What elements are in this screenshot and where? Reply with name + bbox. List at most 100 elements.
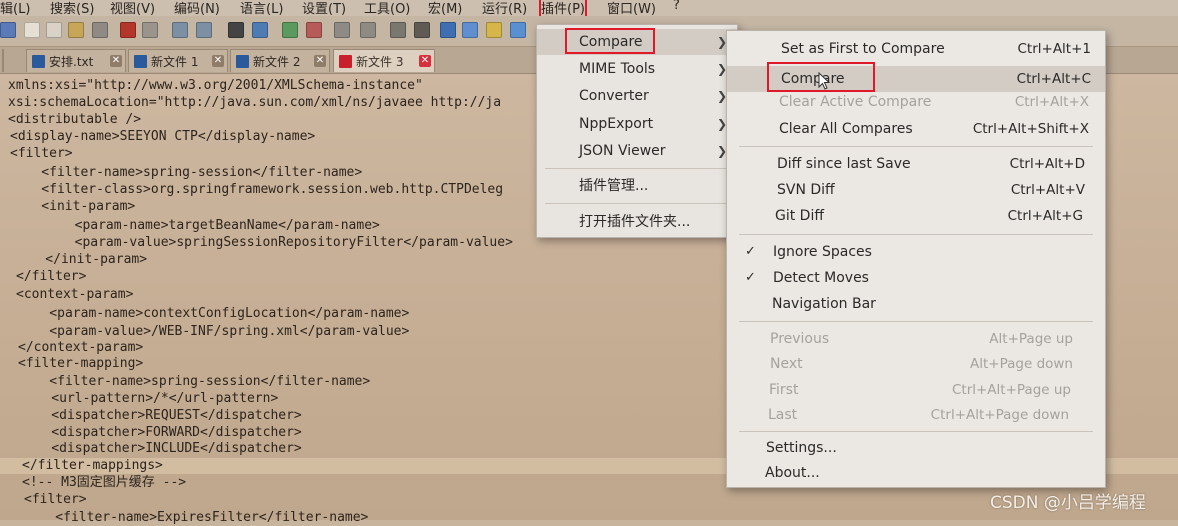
menu-tools[interactable]: 工具(O) [364, 0, 410, 17]
code-line: <filter> [24, 492, 87, 507]
close-icon[interactable]: ✕ [110, 55, 122, 67]
sync-horizontal-icon[interactable] [360, 22, 376, 38]
code-line: </init-param> [14, 252, 148, 267]
find-icon[interactable] [228, 22, 244, 38]
code-line: <init-param> [10, 199, 136, 214]
file-icon [32, 55, 45, 68]
code-line: <filter-name>ExpiresFilter</filter-name> [24, 510, 369, 525]
plugins-item-mime-tools[interactable]: MIME Tools ❯ [537, 56, 737, 82]
menu-plugins[interactable]: 插件(P) [539, 0, 587, 19]
undo-icon[interactable] [172, 22, 188, 38]
code-line: <context-param> [16, 287, 134, 302]
doc-map-icon[interactable] [486, 22, 502, 38]
file-icon [134, 55, 147, 68]
compare-item-svn-diff[interactable]: SVN Diff Ctrl+Alt+V [727, 177, 1105, 203]
zoom-out-icon[interactable] [306, 22, 322, 38]
code-line: <param-name>contextConfigLocation</param… [18, 306, 410, 321]
compare-item-last: Last Ctrl+Alt+Page down [768, 407, 1069, 423]
save-icon[interactable] [46, 22, 62, 38]
menu-separator [739, 431, 1093, 432]
compare-item-diff-last-save[interactable]: Diff since last Save Ctrl+Alt+D [727, 151, 1105, 177]
menu-edit[interactable]: 辑(L) [0, 0, 30, 17]
code-line: <filter> [10, 146, 73, 161]
redo-icon[interactable] [196, 22, 212, 38]
compare-item-detect-moves[interactable]: ✓ Detect Moves [727, 265, 1105, 291]
code-line: <distributable /> [8, 112, 142, 127]
close-icon[interactable]: ✕ [419, 55, 431, 67]
menu-settings[interactable]: 设置(T) [302, 0, 346, 17]
menu-bar: 辑(L) 搜索(S) 视图(V) 编码(N) 语言(L) 设置(T) 工具(O)… [0, 0, 1178, 19]
show-all-chars-icon[interactable] [414, 22, 430, 38]
code-line: <param-value>/WEB-INF/spring.xml</param-… [18, 324, 410, 339]
new-file-icon[interactable] [0, 22, 16, 38]
cut-icon[interactable] [120, 22, 136, 38]
plugins-item-nppexport[interactable]: NppExport ❯ [537, 111, 737, 137]
close-icon[interactable]: ✕ [212, 55, 224, 67]
code-line: <param-name>targetBeanName</param-name> [12, 218, 380, 233]
plugins-item-manager[interactable]: 插件管理... [537, 173, 737, 199]
code-line: <dispatcher>INCLUDE</dispatcher> [20, 441, 302, 456]
plugins-item-open-folder[interactable]: 打开插件文件夹... [537, 209, 737, 235]
watermark: CSDN @小吕学编程 [990, 493, 1146, 513]
tab-label: 新文件 1 [151, 55, 199, 69]
close-icon[interactable]: ✕ [314, 55, 326, 67]
compare-item-set-first[interactable]: Set as First to Compare Ctrl+Alt+1 [727, 36, 1105, 62]
menu-language[interactable]: 语言(L) [240, 0, 283, 17]
file-icon [339, 55, 352, 68]
file-icon [236, 55, 249, 68]
compare-item-about[interactable]: About... [727, 460, 1105, 486]
menu-window[interactable]: 窗口(W) [607, 0, 656, 17]
tab-anpai[interactable]: 安排.txt ✕ [26, 49, 126, 72]
code-line: xmlns:xsi="http://www.w3.org/2001/XMLSch… [8, 78, 423, 93]
tab-label: 新文件 3 [356, 55, 404, 69]
copy-icon[interactable] [142, 22, 158, 38]
menu-encoding[interactable]: 编码(N) [174, 0, 220, 17]
open-file-icon[interactable] [24, 22, 40, 38]
save-all-icon[interactable] [68, 22, 84, 38]
code-line: <filter-name>spring-session</filter-name… [10, 165, 363, 180]
compare-item-clear-active: Clear Active Compare Ctrl+Alt+X [779, 94, 1089, 110]
compare-item-settings[interactable]: Settings... [727, 435, 1105, 461]
compare-item-previous: Previous Alt+Page up [770, 331, 1073, 347]
indent-guide-icon[interactable] [440, 22, 456, 38]
code-line: <param-value>springSessionRepositoryFilt… [12, 235, 513, 250]
zoom-in-icon[interactable] [282, 22, 298, 38]
menu-macro[interactable]: 宏(M) [428, 0, 462, 17]
menu-separator [739, 234, 1093, 235]
tab-new-file-3[interactable]: 新文件 3 ✕ [333, 49, 435, 72]
menu-run[interactable]: 运行(R) [482, 0, 527, 17]
plugins-item-converter[interactable]: Converter ❯ [537, 83, 737, 109]
word-wrap-icon[interactable] [390, 22, 406, 38]
compare-item-git-diff[interactable]: Git Diff Ctrl+Alt+G [727, 203, 1105, 229]
replace-icon[interactable] [252, 22, 268, 38]
function-list-icon[interactable] [510, 22, 526, 38]
compare-item-navigation-bar[interactable]: Navigation Bar [727, 291, 1105, 317]
tab-new-file-2[interactable]: 新文件 2 ✕ [230, 49, 330, 72]
code-line: <dispatcher>FORWARD</dispatcher> [20, 425, 302, 440]
compare-submenu: Set as First to Compare Ctrl+Alt+1 Compa… [726, 30, 1106, 488]
code-line: xsi:schemaLocation="http://java.sun.com/… [8, 95, 502, 110]
menu-search[interactable]: 搜索(S) [50, 0, 94, 17]
plugins-menu: Compare ❯ MIME Tools ❯ Converter ❯ NppEx… [536, 24, 738, 238]
plugins-item-compare[interactable]: Compare ❯ [537, 29, 737, 55]
tab-label: 安排.txt [49, 55, 94, 69]
menu-separator [545, 168, 729, 169]
plugins-item-json-viewer[interactable]: JSON Viewer ❯ [537, 138, 737, 164]
mouse-cursor-icon [818, 72, 830, 90]
checkmark-icon: ✓ [745, 244, 756, 259]
lang-icon[interactable] [462, 22, 478, 38]
print-icon[interactable] [92, 22, 108, 38]
compare-item-next: Next Alt+Page down [770, 356, 1073, 372]
tab-new-file-1[interactable]: 新文件 1 ✕ [128, 49, 228, 72]
compare-item-ignore-spaces[interactable]: ✓ Ignore Spaces [727, 239, 1105, 265]
code-line: <display-name>SEEYON CTP</display-name> [10, 129, 316, 144]
compare-item-clear-all[interactable]: Clear All Compares Ctrl+Alt+Shift+X [727, 116, 1105, 142]
code-line: <filter-class>org.springframework.sessio… [10, 182, 504, 197]
code-line: </context-param> [18, 340, 144, 355]
sync-vertical-icon[interactable] [334, 22, 350, 38]
menu-help[interactable]: ? [673, 0, 680, 13]
code-line: </filter> [16, 269, 87, 284]
menu-separator [545, 203, 729, 204]
menu-view[interactable]: 视图(V) [110, 0, 155, 17]
menu-separator [739, 321, 1093, 322]
